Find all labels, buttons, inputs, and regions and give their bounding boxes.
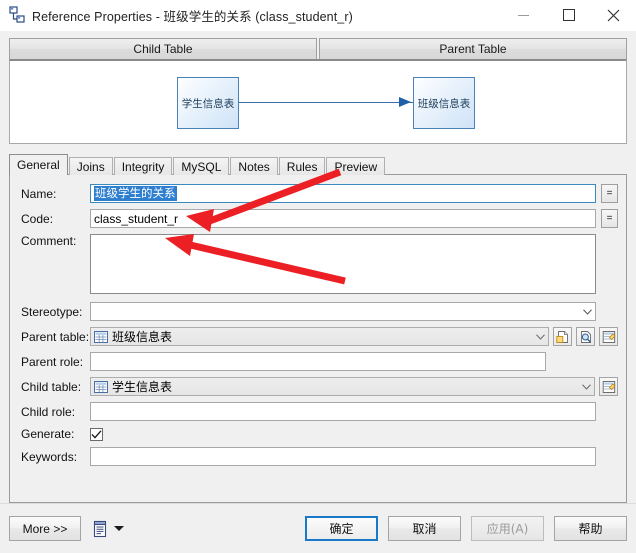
parent-entity-label: 班级信息表 (417, 97, 471, 110)
code-label: Code: (21, 211, 54, 226)
stereotype-row: Stereotype: (18, 302, 618, 321)
code-equals-button-label: = (606, 213, 613, 224)
child-table-combobox[interactable]: 学生信息表 (90, 377, 595, 396)
name-equals-button-label: = (606, 188, 613, 199)
child-role-input[interactable] (90, 402, 596, 421)
tab-integrity-label: Integrity (121, 159, 165, 174)
report-icon[interactable] (91, 519, 109, 539)
tab-notes-label: Notes (238, 159, 270, 174)
relationship-arrowhead-icon (399, 97, 411, 107)
comment-label: Comment: (21, 234, 77, 248)
code-field[interactable]: class_student_r (90, 209, 596, 228)
keywords-input[interactable] (90, 447, 596, 466)
parent-table-combobox[interactable]: 班级信息表 (90, 327, 549, 346)
child-table-header[interactable]: Child Table (9, 38, 317, 60)
relationship-diagram[interactable]: 学生信息表 班级信息表 (9, 59, 627, 144)
tab-notes[interactable]: Notes (230, 157, 278, 175)
child-table-row: Child table: 学生信息表 (18, 377, 618, 396)
child-table-label: Child table: (21, 379, 82, 394)
tab-joins[interactable]: Joins (68, 157, 113, 175)
tab-joins-label: Joins (76, 159, 105, 174)
ok-button[interactable]: 确定 (305, 516, 378, 541)
child-role-row: Child role: (18, 402, 618, 421)
ok-button-label: 确定 (329, 522, 354, 536)
tab-general-label: General (17, 158, 60, 172)
child-entity-box[interactable]: 学生信息表 (177, 77, 239, 129)
parent-entity-box[interactable]: 班级信息表 (413, 77, 475, 129)
maximize-button[interactable] (546, 0, 591, 30)
reference-icon (6, 4, 28, 26)
child-entity-label: 学生信息表 (181, 97, 235, 110)
more-button-label: More >> (22, 521, 68, 536)
report-dropdown-caret-icon[interactable] (114, 526, 124, 531)
table-icon (94, 330, 108, 343)
apply-button: 应用(A) (471, 516, 544, 541)
close-button[interactable] (591, 0, 636, 30)
tab-general[interactable]: General (9, 154, 68, 175)
comment-row: Comment: (18, 234, 618, 294)
name-label: Name: (21, 186, 57, 201)
reference-properties-window: Reference Properties - 班级学生的关系 (class_st… (0, 0, 636, 553)
keywords-label: Keywords: (21, 449, 78, 464)
parent-table-properties-button[interactable] (599, 327, 618, 346)
code-equals-button[interactable]: = (601, 209, 618, 228)
child-role-label: Child role: (21, 404, 76, 419)
stereotype-label: Stereotype: (21, 304, 83, 319)
help-button[interactable]: 帮助 (554, 516, 627, 541)
cancel-button-label: 取消 (412, 522, 437, 536)
parent-table-header-label: Parent Table (439, 42, 507, 56)
code-field-value: class_student_r (94, 211, 179, 226)
general-tab-page: Name: 班级学生的关系 = Code: class_student_r = (9, 174, 627, 503)
parent-table-label: Parent table: (21, 329, 90, 344)
tab-preview[interactable]: Preview (326, 157, 386, 175)
parent-table-row: Parent table: 班级信息表 (18, 327, 618, 346)
parent-table-create-button[interactable] (553, 327, 572, 346)
more-button[interactable]: More >> (9, 516, 81, 541)
chevron-down-icon (579, 308, 595, 315)
dialog-footer: More >> 确定 取消 应用(A) 帮助 (0, 503, 636, 553)
tab-integrity[interactable]: Integrity (113, 157, 173, 175)
tab-rules[interactable]: Rules (278, 157, 326, 175)
tab-strip: General Joins Integrity MySQL Notes Rule… (9, 154, 627, 175)
client-area: Child Table Parent Table 学生信息表 班级信息表 Gen… (0, 31, 636, 503)
tab-mysql[interactable]: MySQL (173, 157, 230, 175)
comment-textarea[interactable] (90, 234, 596, 294)
name-equals-button[interactable]: = (601, 184, 618, 203)
parent-table-find-button[interactable] (576, 327, 595, 346)
tab-mysql-label: MySQL (181, 159, 222, 174)
keywords-row: Keywords: (18, 447, 618, 466)
tab-preview-label: Preview (334, 159, 378, 174)
parent-role-input[interactable] (90, 352, 546, 371)
table-icon (94, 380, 108, 393)
parent-table-value: 班级信息表 (112, 330, 173, 344)
relationship-connector-line (239, 102, 413, 103)
child-table-header-label: Child Table (133, 42, 193, 56)
name-field-value: 班级学生的关系 (94, 186, 177, 201)
generate-label: Generate: (21, 427, 75, 441)
child-table-properties-button[interactable] (599, 377, 618, 396)
help-button-label: 帮助 (578, 522, 603, 536)
stereotype-combobox[interactable] (90, 302, 596, 321)
child-table-value: 学生信息表 (112, 380, 173, 394)
parent-role-label: Parent role: (21, 354, 84, 369)
title-bar: Reference Properties - 班级学生的关系 (class_st… (0, 0, 636, 31)
generate-row: Generate: (18, 427, 618, 441)
name-row: Name: 班级学生的关系 = (18, 184, 618, 203)
cancel-button[interactable]: 取消 (388, 516, 461, 541)
name-field[interactable]: 班级学生的关系 (90, 184, 596, 203)
generate-checkbox[interactable] (90, 427, 103, 441)
minimize-button[interactable] (501, 0, 546, 30)
tab-rules-label: Rules (286, 159, 318, 174)
chevron-down-icon (578, 383, 594, 390)
code-row: Code: class_student_r = (18, 209, 618, 228)
apply-button-label: 应用(A) (486, 522, 529, 536)
chevron-down-icon (532, 333, 548, 340)
parent-role-row: Parent role: (18, 352, 618, 371)
window-title: Reference Properties - 班级学生的关系 (class_st… (32, 9, 353, 24)
parent-table-header[interactable]: Parent Table (319, 38, 627, 60)
diagram-header-row: Child Table Parent Table (9, 38, 627, 60)
